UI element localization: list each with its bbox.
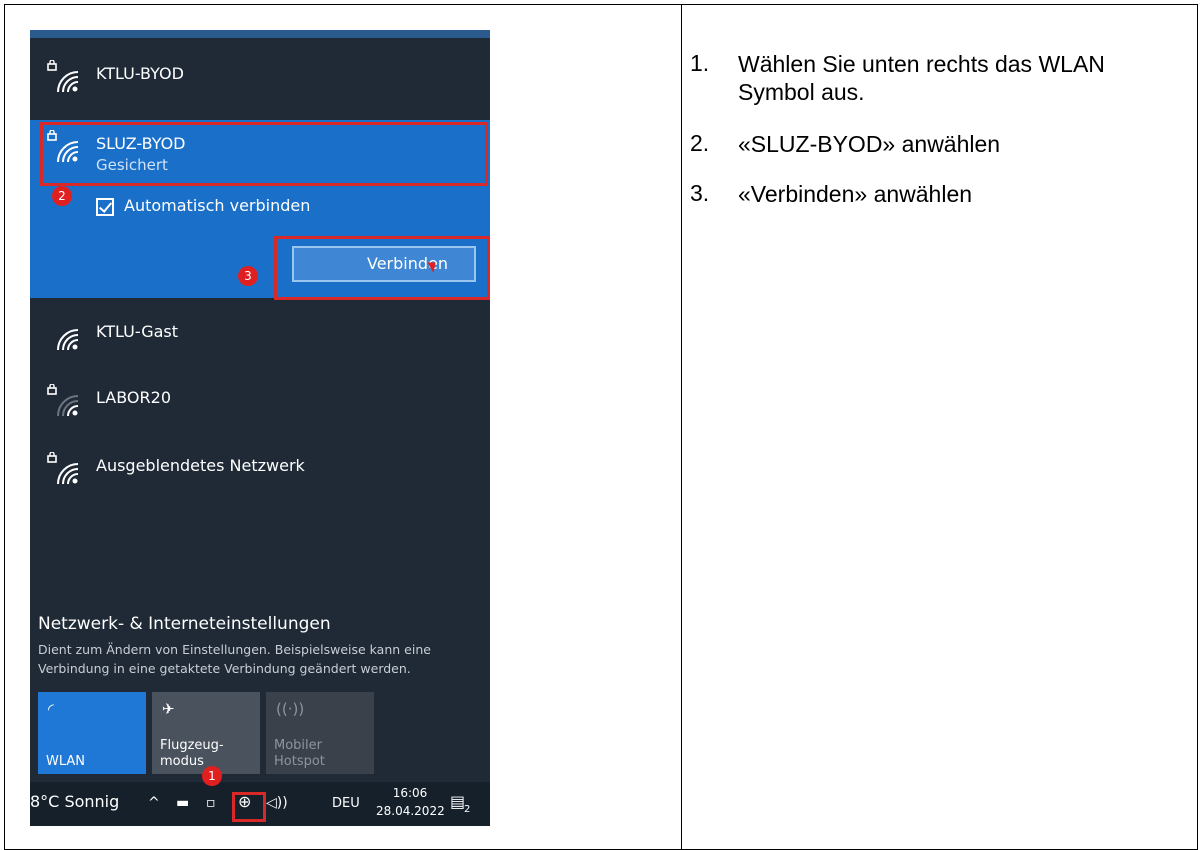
wifi-secured-icon bbox=[47, 60, 79, 93]
network-name: LABOR20 bbox=[96, 388, 171, 407]
camera-icon[interactable]: ▫ bbox=[206, 795, 216, 811]
highlight-connect-box bbox=[274, 236, 490, 300]
mobile-hotspot-tile[interactable]: ((·)) Mobiler Hotspot bbox=[266, 692, 374, 774]
highlight-network-box bbox=[40, 122, 488, 186]
network-item-labor20[interactable]: LABOR20 bbox=[30, 374, 490, 434]
wlan-tile[interactable]: ◜ WLAN bbox=[38, 692, 146, 774]
table-column-divider bbox=[681, 5, 682, 849]
network-item-ktlu-gast[interactable]: KTLU-Gast bbox=[30, 308, 490, 368]
weather-widget[interactable]: 8°C Sonnig bbox=[30, 792, 119, 811]
highlight-network-icon-box bbox=[232, 792, 266, 822]
hotspot-icon: ((·)) bbox=[276, 700, 305, 718]
step-badge-2: 2 bbox=[52, 186, 72, 206]
wifi-icon: ◜ bbox=[48, 700, 54, 718]
network-name: KTLU-BYOD bbox=[96, 64, 184, 83]
clock-time[interactable]: 16:06 bbox=[380, 786, 440, 800]
auto-connect-checkbox[interactable] bbox=[96, 198, 114, 216]
tile-label: Flugzeug-modus bbox=[160, 738, 224, 769]
step-number: 3. bbox=[690, 180, 710, 206]
step-number: 1. bbox=[690, 50, 710, 76]
network-settings-description: Dient zum Ändern von Einstellungen. Beis… bbox=[38, 642, 431, 676]
notification-icon[interactable]: ▤ bbox=[450, 792, 465, 811]
wifi-secured-icon bbox=[47, 452, 79, 485]
network-item-ktlu-byod[interactable]: KTLU-BYOD bbox=[30, 50, 490, 110]
wifi-weak-secured-icon bbox=[47, 384, 79, 417]
network-name: Ausgeblendetes Netzwerk bbox=[96, 456, 305, 475]
tile-label: Mobiler Hotspot bbox=[274, 738, 325, 769]
step-badge-1: 1 bbox=[202, 766, 222, 786]
notification-count: 2 bbox=[464, 804, 471, 815]
step-text: Wählen Sie unten rechts das WLAN Symbol … bbox=[738, 51, 1105, 105]
step-text: «SLUZ-BYOD» anwählen bbox=[738, 131, 1001, 157]
network-settings-link[interactable]: Netzwerk- & Interneteinstellungen bbox=[38, 614, 331, 634]
step-badge-3: 3 bbox=[238, 266, 258, 286]
wifi-icon bbox=[57, 329, 79, 351]
clock-date[interactable]: 28.04.2022 bbox=[376, 804, 445, 818]
speaker-icon[interactable]: ◁)) bbox=[266, 795, 288, 811]
network-item-hidden[interactable]: Ausgeblendetes Netzwerk bbox=[30, 442, 490, 502]
language-indicator[interactable]: DEU bbox=[332, 796, 360, 811]
auto-connect-label: Automatisch verbinden bbox=[124, 196, 311, 215]
flyout-top-edge bbox=[30, 30, 490, 38]
tile-label: WLAN bbox=[46, 754, 86, 769]
wifi-flyout-screenshot: KTLU-BYOD SLUZ-BYOD Gesichert Automatisc… bbox=[30, 30, 490, 826]
step-text: «Verbinden» anwählen bbox=[738, 181, 973, 207]
airplane-mode-tile[interactable]: ✈ Flugzeug-modus bbox=[152, 692, 260, 774]
chevron-up-icon[interactable]: ^ bbox=[148, 795, 160, 811]
step-number: 2. bbox=[690, 130, 710, 156]
network-name: KTLU-Gast bbox=[96, 322, 179, 341]
airplane-icon: ✈ bbox=[162, 700, 175, 718]
battery-icon[interactable]: ▬ bbox=[176, 795, 189, 811]
